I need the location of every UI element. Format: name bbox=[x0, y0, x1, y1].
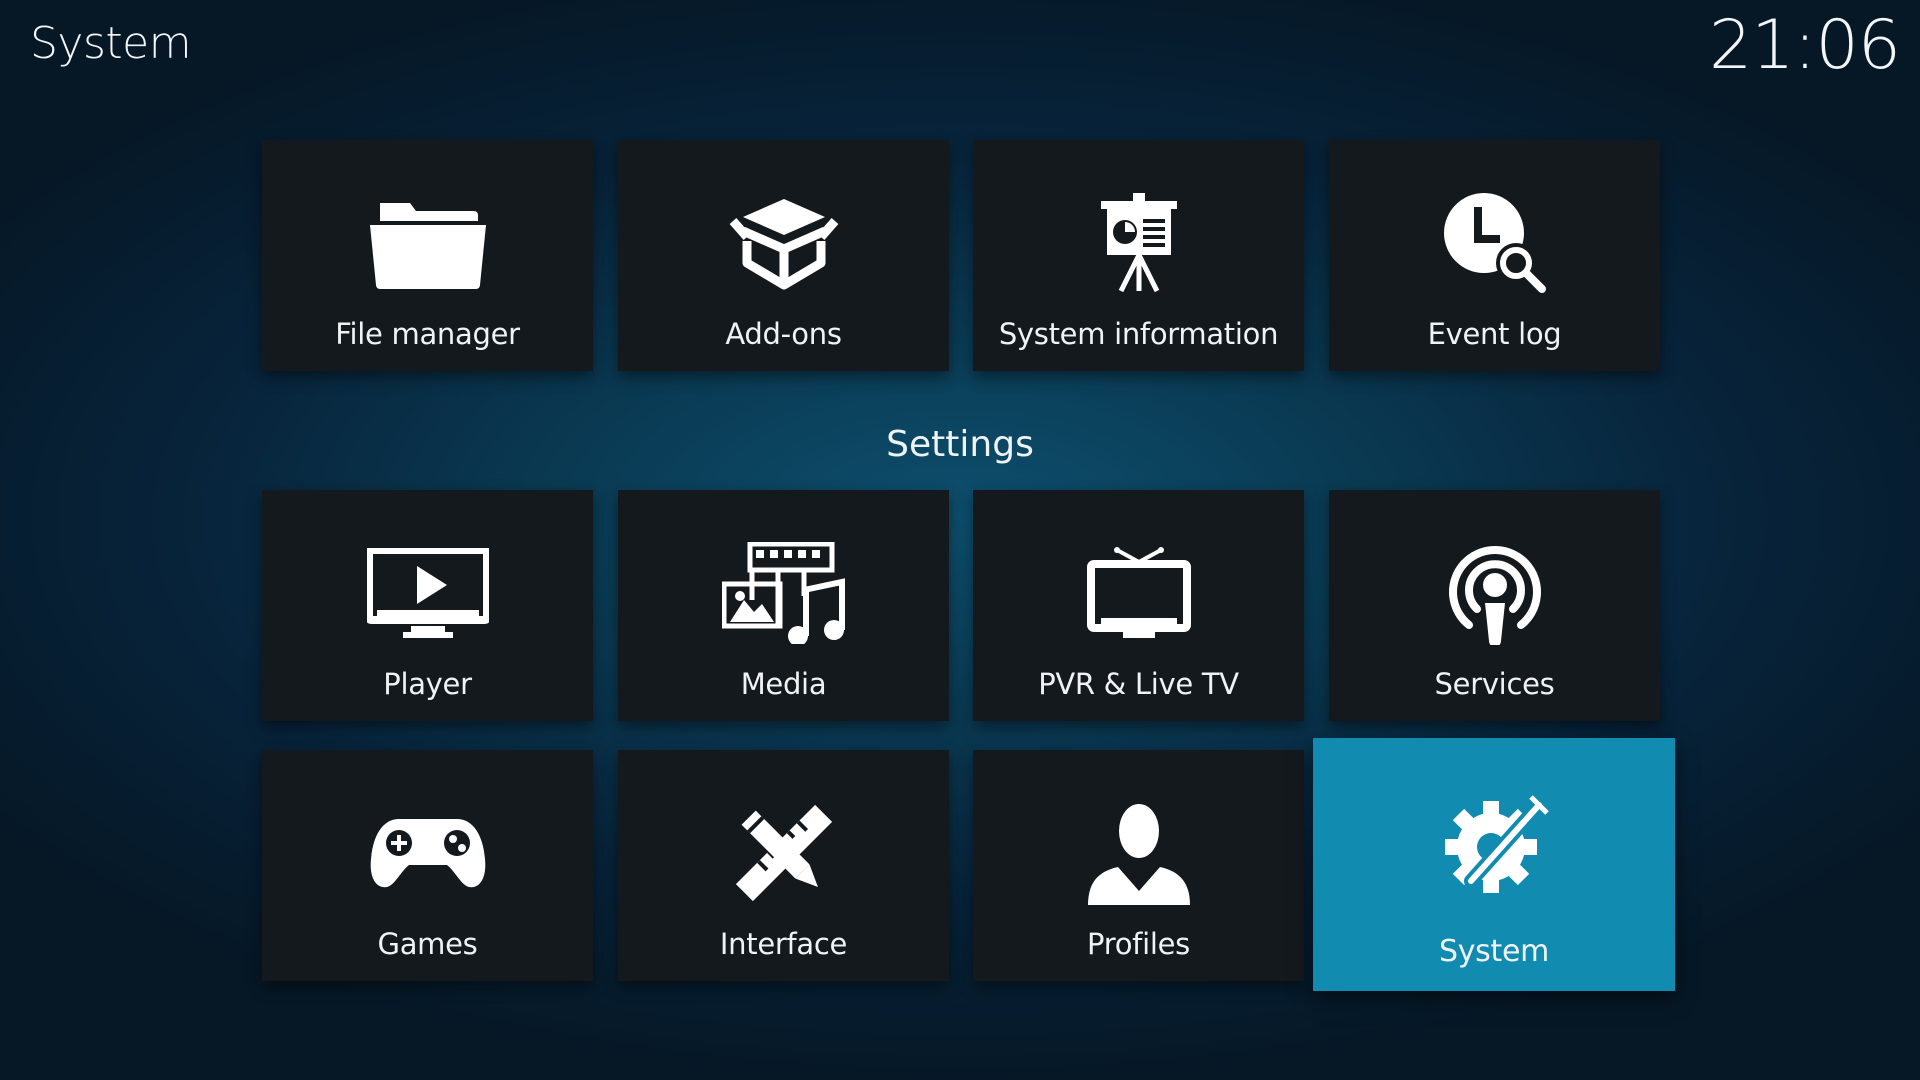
tile-label: Event log bbox=[1427, 317, 1562, 351]
tile-label: Profiles bbox=[1087, 927, 1190, 961]
services-tile[interactable]: Services bbox=[1329, 490, 1660, 721]
system-information-tile[interactable]: System information bbox=[973, 140, 1304, 371]
tile-label: Services bbox=[1434, 667, 1555, 701]
broadcast-podcast-icon bbox=[1425, 528, 1565, 658]
folder-icon bbox=[358, 178, 498, 308]
presentation-easel-icon bbox=[1069, 178, 1209, 308]
tile-label: System information bbox=[998, 317, 1279, 351]
tile-label: Interface bbox=[719, 927, 848, 961]
pencil-ruler-icon bbox=[714, 788, 854, 918]
gamepad-icon bbox=[358, 788, 498, 918]
profiles-tile[interactable]: Profiles bbox=[973, 750, 1304, 981]
media-tile[interactable]: Media bbox=[618, 490, 949, 721]
tile-label: System bbox=[1438, 934, 1550, 969]
clock: 21:06 bbox=[1709, 6, 1901, 85]
user-icon bbox=[1069, 788, 1209, 918]
event-log-tile[interactable]: Event log bbox=[1329, 140, 1660, 371]
gear-tools-icon bbox=[1424, 780, 1564, 910]
add-ons-tile[interactable]: Add-ons bbox=[618, 140, 949, 371]
tile-label: PVR & Live TV bbox=[1038, 667, 1239, 701]
tile-label: Add-ons bbox=[725, 317, 842, 351]
tv-antenna-icon bbox=[1069, 528, 1209, 658]
games-tile[interactable]: Games bbox=[262, 750, 593, 981]
box-icon bbox=[714, 178, 854, 308]
tile-label: File manager bbox=[335, 317, 520, 351]
tile-label: Games bbox=[377, 927, 478, 961]
page-title: System bbox=[30, 18, 192, 69]
pvr-live-tv-tile[interactable]: PVR & Live TV bbox=[973, 490, 1304, 721]
settings-section-label: Settings bbox=[886, 424, 1034, 465]
system-tile[interactable]: System bbox=[1313, 738, 1675, 991]
player-tile[interactable]: Player bbox=[262, 490, 593, 721]
tile-label: Media bbox=[740, 667, 827, 701]
monitor-play-icon bbox=[358, 528, 498, 658]
interface-tile[interactable]: Interface bbox=[618, 750, 949, 981]
clock-search-icon bbox=[1425, 178, 1565, 308]
media-film-music-icon bbox=[714, 528, 854, 658]
file-manager-tile[interactable]: File manager bbox=[262, 140, 593, 371]
tile-label: Player bbox=[383, 667, 472, 701]
